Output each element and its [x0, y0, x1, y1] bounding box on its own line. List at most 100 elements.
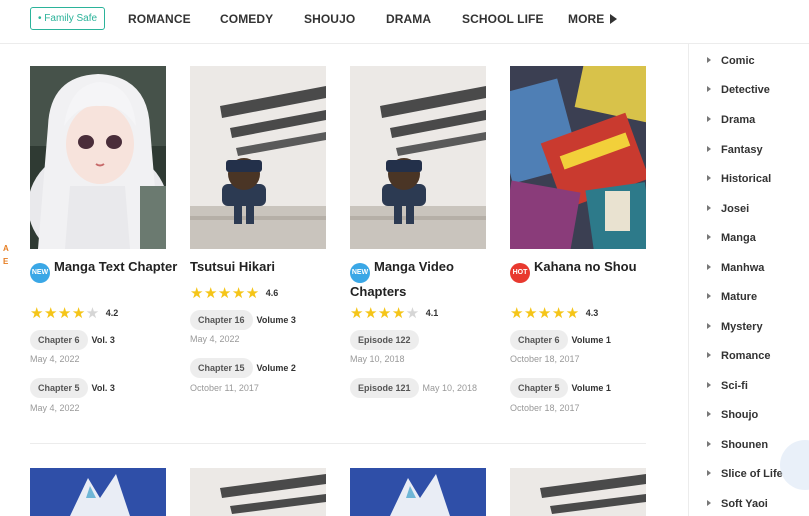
rating: ★★★★★ 4.2 [30, 304, 118, 323]
chapter-row: Episode 121 May 10, 2018 [350, 378, 477, 398]
cover-image-cat[interactable] [30, 468, 166, 516]
genre-label: Mature [721, 291, 758, 303]
cover-image-cat[interactable] [350, 468, 486, 516]
chapter-button[interactable]: Chapter 15 [190, 358, 253, 378]
chapter-row: Chapter 6 Vol. 3 [30, 330, 115, 350]
genre-link-manga[interactable]: Manga [707, 232, 756, 244]
genre-link-soft-yaoi[interactable]: Soft Yaoi [707, 498, 768, 510]
chapter-row: Chapter 6 Volume 1 [510, 330, 611, 350]
rating: ★★★★★ 4.6 [190, 284, 278, 303]
hot-badge: HOT [510, 263, 530, 283]
cover-image-figure[interactable] [190, 468, 326, 516]
cover-image-figure[interactable] [190, 66, 326, 249]
cover-image-figure[interactable] [350, 66, 486, 249]
caret-right-icon [707, 293, 711, 299]
genre-navbar: • Family Safe ROMANCE COMEDY SHOUJO DRAM… [0, 0, 809, 44]
manga-card [350, 468, 486, 516]
genre-label: Comic [721, 55, 755, 67]
episode-button[interactable]: Episode 121 [350, 378, 419, 398]
manga-title[interactable]: NEW Manga Video Chapters [350, 258, 500, 301]
caret-right-icon [707, 264, 711, 270]
family-safe-toggle[interactable]: • Family Safe [30, 7, 106, 30]
chapter-volume: Volume 1 [571, 335, 611, 345]
manga-card [510, 468, 646, 516]
genre-link-mature[interactable]: Mature [707, 291, 757, 303]
genre-label: Manhwa [721, 262, 765, 274]
cover-image-doll[interactable] [30, 66, 166, 249]
rating-stars: ★★★★★ [350, 305, 420, 322]
edge-mark-e: E [3, 257, 9, 266]
play-arrow-icon [610, 14, 618, 24]
rating-stars: ★★★★★ [190, 285, 260, 302]
genre-link-manhwa[interactable]: Manhwa [707, 262, 764, 274]
chapter-volume: Volume 1 [571, 383, 611, 393]
episode-button[interactable]: Episode 122 [350, 330, 419, 350]
manga-card: HOT Kahana no Shou ★★★★★ 4.3 Chapter 6 Volu… [510, 66, 646, 413]
cover-image-figure[interactable] [510, 468, 646, 516]
genre-label: Mystery [721, 321, 763, 333]
chapter-row: Chapter 5 Volume 1 [510, 378, 611, 398]
genre-label: Detective [721, 84, 770, 96]
manga-title-text: Manga Text Chapter [54, 259, 178, 274]
genre-link-mystery[interactable]: Mystery [707, 321, 763, 333]
chapter-button[interactable]: Chapter 16 [190, 310, 253, 330]
cover-image-comics[interactable] [510, 66, 646, 249]
edge-mark-a: A [3, 244, 9, 253]
caret-right-icon [707, 382, 711, 388]
genre-link-sci-fi[interactable]: Sci-fi [707, 380, 748, 392]
chapter-date: October 18, 2017 [510, 403, 580, 413]
chapter-date: October 11, 2017 [190, 383, 259, 393]
chapter-date: May 4, 2022 [30, 354, 80, 364]
genre-label: Shoujo [721, 409, 759, 421]
manga-title[interactable]: Tsutsui Hikari [190, 258, 340, 276]
manga-card: NEW Manga Video Chapters ★★★★★ 4.1 Episode… [350, 66, 486, 398]
nav-school-life[interactable]: SCHOOL LIFE [462, 12, 544, 26]
chapter-button[interactable]: Chapter 5 [30, 378, 88, 398]
genre-link-detective[interactable]: Detective [707, 84, 770, 96]
chapter-button[interactable]: Chapter 5 [510, 378, 568, 398]
caret-right-icon [707, 470, 711, 476]
genre-label: Josei [721, 203, 750, 215]
chapter-date: October 18, 2017 [510, 354, 580, 364]
nav-comedy[interactable]: COMEDY [220, 12, 273, 26]
genre-label: Drama [721, 114, 756, 126]
manga-card: Tsutsui Hikari ★★★★★ 4.6 Chapter 16 Volume… [190, 66, 326, 393]
manga-card: NEW Manga Text Chapter ★★★★★ 4.2 Chapter 6… [30, 66, 177, 413]
chapter-button[interactable]: Chapter 6 [510, 330, 568, 350]
nav-more[interactable]: MORE [568, 12, 618, 26]
nav-romance[interactable]: ROMANCE [128, 12, 191, 26]
chapter-row: Chapter 5 Vol. 3 [30, 378, 115, 398]
row-divider [30, 443, 646, 444]
nav-more-label: MORE [568, 12, 605, 26]
caret-right-icon [707, 441, 711, 447]
chapter-row: Episode 122 [350, 330, 419, 350]
rating-score: 4.3 [585, 308, 599, 318]
chapter-row: Chapter 15 Volume 2 [190, 358, 296, 378]
rating-stars: ★★★★★ [510, 305, 580, 322]
genre-link-shounen[interactable]: Shounen [707, 439, 768, 451]
manga-title[interactable]: HOT Kahana no Shou [510, 258, 660, 283]
rating-score: 4.2 [105, 308, 119, 318]
chapter-date: May 4, 2022 [190, 334, 240, 344]
rating: ★★★★★ 4.3 [510, 304, 598, 323]
genre-link-josei[interactable]: Josei [707, 203, 749, 215]
genre-label: Soft Yaoi [721, 498, 768, 510]
genre-link-shoujo[interactable]: Shoujo [707, 409, 758, 421]
manga-card [30, 468, 166, 516]
caret-right-icon [707, 411, 711, 417]
genre-link-historical[interactable]: Historical [707, 173, 771, 185]
genre-link-slice-of-life[interactable]: Slice of Life [707, 468, 783, 480]
manga-title-text: Kahana no Shou [534, 259, 637, 274]
genre-link-romance[interactable]: Romance [707, 350, 771, 362]
manga-title[interactable]: NEW Manga Text Chapter [30, 258, 180, 283]
genre-label: Fantasy [721, 144, 763, 156]
genre-label: Sci-fi [721, 380, 748, 392]
nav-shoujo[interactable]: SHOUJO [304, 12, 355, 26]
genre-label: Romance [721, 350, 771, 362]
genre-link-fantasy[interactable]: Fantasy [707, 144, 763, 156]
chapter-button[interactable]: Chapter 6 [30, 330, 88, 350]
genre-link-comic[interactable]: Comic [707, 55, 755, 67]
caret-right-icon [707, 146, 711, 152]
genre-link-drama[interactable]: Drama [707, 114, 755, 126]
nav-drama[interactable]: DRAMA [386, 12, 431, 26]
